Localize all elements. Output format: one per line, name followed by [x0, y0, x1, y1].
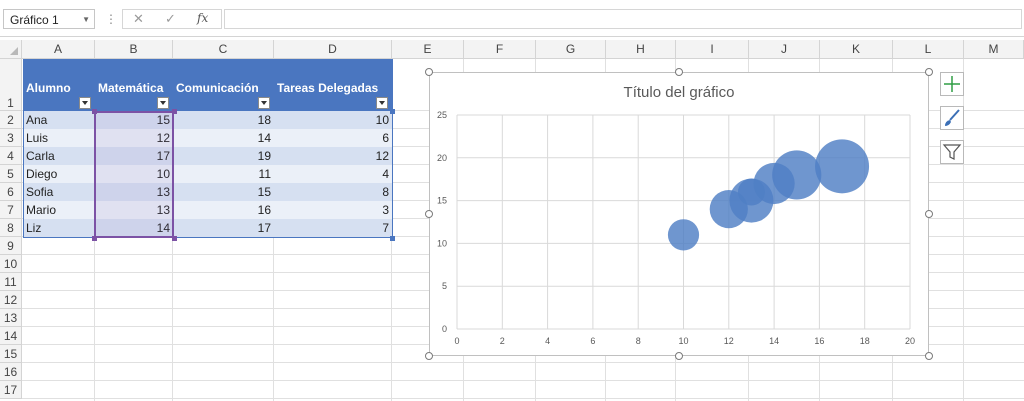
- column-header[interactable]: L: [893, 40, 964, 59]
- chart-filters-button[interactable]: [940, 140, 964, 164]
- resize-handle[interactable]: [675, 68, 683, 76]
- column-header[interactable]: H: [606, 40, 676, 59]
- more-icon: ⋮: [105, 12, 117, 26]
- column-header[interactable]: A: [22, 40, 95, 59]
- formula-input[interactable]: [224, 9, 1022, 29]
- range-handle[interactable]: [92, 109, 97, 114]
- range-handle[interactable]: [390, 236, 395, 241]
- cancel-icon[interactable]: ✕: [133, 11, 144, 27]
- row-header[interactable]: 3: [0, 129, 22, 147]
- row-header[interactable]: 17: [0, 381, 22, 399]
- select-all-corner[interactable]: [0, 40, 22, 59]
- row-header[interactable]: 16: [0, 363, 22, 381]
- y-tick-label: 25: [437, 110, 447, 120]
- column-header[interactable]: D: [274, 40, 392, 59]
- name-box-value: Gráfico 1: [10, 13, 59, 27]
- resize-handle[interactable]: [425, 352, 433, 360]
- range-handle[interactable]: [172, 236, 177, 241]
- y-tick-label: 10: [437, 238, 447, 248]
- x-tick-label: 0: [454, 336, 459, 346]
- x-tick-label: 12: [724, 336, 734, 346]
- bubble-point[interactable]: [753, 162, 795, 205]
- resize-handle[interactable]: [425, 210, 433, 218]
- name-box[interactable]: Gráfico 1 ▼: [3, 9, 95, 29]
- column-header[interactable]: I: [676, 40, 749, 59]
- row-header[interactable]: 8: [0, 219, 22, 237]
- y-tick-label: 20: [437, 153, 447, 163]
- resize-handle[interactable]: [675, 352, 683, 360]
- range-handle[interactable]: [172, 109, 177, 114]
- brush-icon: [945, 109, 960, 126]
- row-header[interactable]: 4: [0, 147, 22, 165]
- x-tick-label: 16: [814, 336, 824, 346]
- row-header[interactable]: 9: [0, 237, 22, 255]
- x-tick-label: 2: [500, 336, 505, 346]
- selected-range-matematica[interactable]: [94, 111, 174, 238]
- filter-icon: [942, 144, 962, 160]
- x-tick-label: 14: [769, 336, 779, 346]
- row-header[interactable]: 15: [0, 345, 22, 363]
- resize-handle[interactable]: [925, 68, 933, 76]
- row-header[interactable]: 14: [0, 327, 22, 345]
- formula-bar: Gráfico 1 ▼ ⋮ ✕ ✓ fx: [0, 0, 1024, 37]
- x-tick-label: 18: [860, 336, 870, 346]
- column-header[interactable]: M: [964, 40, 1024, 59]
- row-header[interactable]: 10: [0, 255, 22, 273]
- fx-icon[interactable]: fx: [197, 11, 208, 25]
- formula-buttons: ✕ ✓ fx: [122, 9, 222, 29]
- y-tick-label: 0: [442, 324, 447, 334]
- bubble-point[interactable]: [667, 219, 700, 251]
- column-header[interactable]: G: [536, 40, 606, 59]
- row-header[interactable]: 6: [0, 183, 22, 201]
- x-tick-label: 20: [905, 336, 915, 346]
- column-header[interactable]: E: [392, 40, 464, 59]
- x-tick-label: 8: [636, 336, 641, 346]
- column-header[interactable]: C: [173, 40, 274, 59]
- bubble-point[interactable]: [815, 139, 870, 194]
- row-header[interactable]: 5: [0, 165, 22, 183]
- row-header[interactable]: 11: [0, 273, 22, 291]
- chart-elements-button[interactable]: [940, 72, 964, 96]
- resize-handle[interactable]: [425, 68, 433, 76]
- chart-svg: Título del gráfico 0 2 4 6 8 10 12 14 16 18 20 0 5 10 1…: [437, 84, 915, 346]
- range-handle[interactable]: [92, 236, 97, 241]
- column-header[interactable]: B: [95, 40, 173, 59]
- range-handle[interactable]: [390, 109, 395, 114]
- column-header[interactable]: J: [749, 40, 820, 59]
- bubble-chart[interactable]: Título del gráfico 0 2 4 6 8 10 12 14 16 18 20 0 5 10 1…: [429, 72, 929, 356]
- column-header[interactable]: F: [464, 40, 536, 59]
- resize-handle[interactable]: [925, 210, 933, 218]
- row-header[interactable]: 7: [0, 201, 22, 219]
- resize-handle[interactable]: [925, 352, 933, 360]
- chart-styles-button[interactable]: [940, 106, 964, 130]
- x-tick-label: 10: [678, 336, 688, 346]
- table-border: [23, 59, 393, 238]
- row-header[interactable]: 13: [0, 309, 22, 327]
- x-tick-label: 6: [590, 336, 595, 346]
- chevron-down-icon[interactable]: ▼: [82, 10, 90, 30]
- y-tick-label: 15: [437, 196, 447, 206]
- y-tick-label: 5: [442, 281, 447, 291]
- chart-title[interactable]: Título del gráfico: [624, 84, 735, 101]
- row-header[interactable]: 1: [0, 59, 22, 111]
- row-header[interactable]: 2: [0, 111, 22, 129]
- column-header[interactable]: K: [820, 40, 893, 59]
- plus-icon: [944, 76, 960, 92]
- x-tick-label: 4: [545, 336, 550, 346]
- row-header[interactable]: 12: [0, 291, 22, 309]
- confirm-icon[interactable]: ✓: [165, 11, 176, 27]
